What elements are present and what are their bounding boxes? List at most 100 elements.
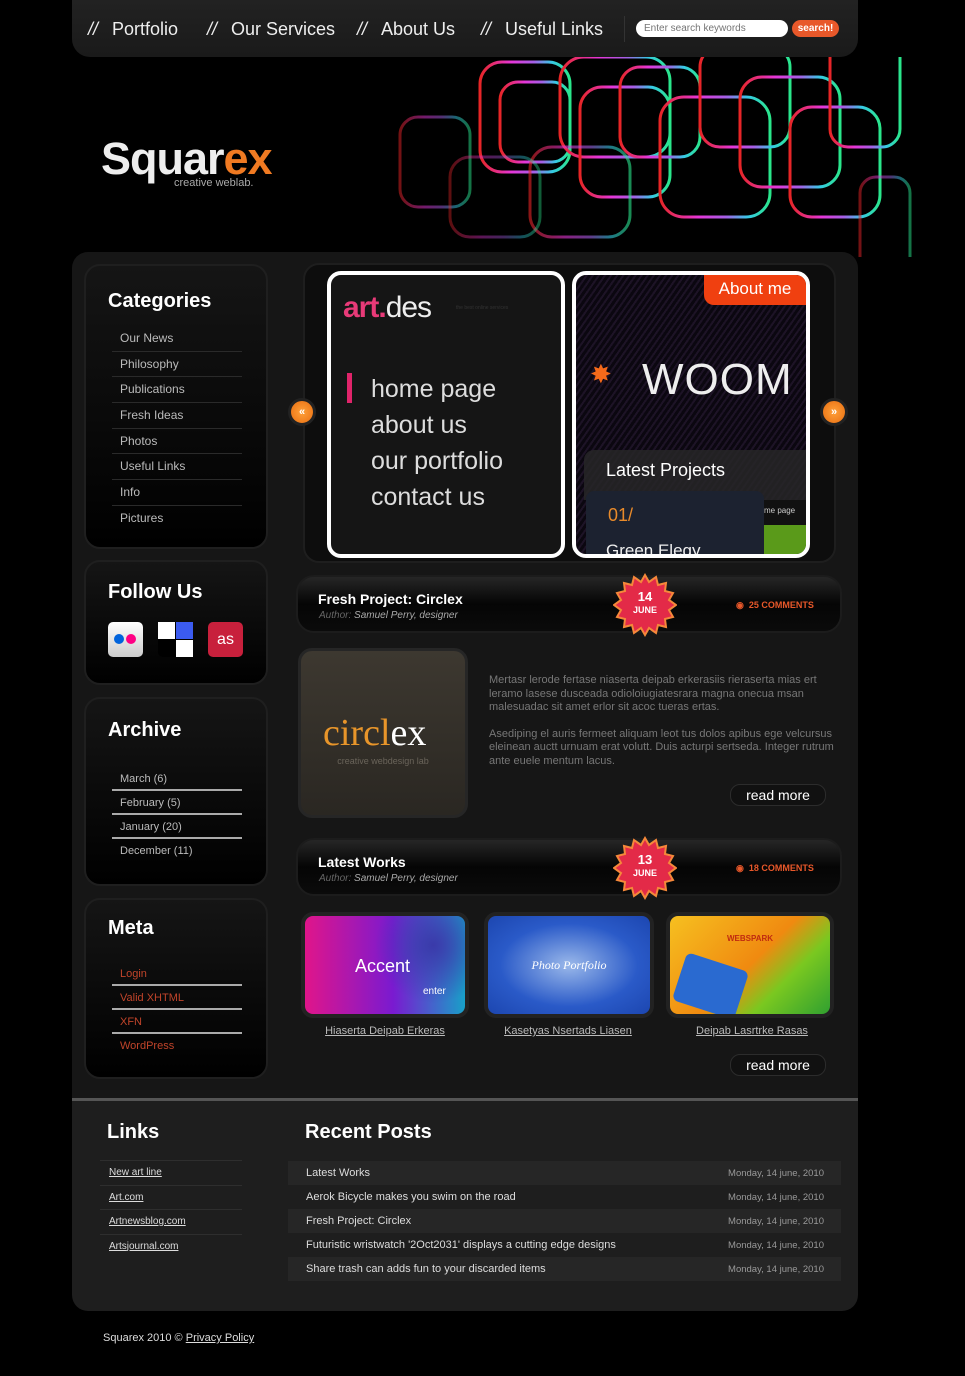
widget-title: Meta: [108, 917, 154, 939]
work-thumbnail[interactable]: WEBSPARK: [666, 912, 834, 1018]
slide-menu-item: contact us: [371, 483, 485, 511]
flickr-icon[interactable]: [108, 622, 143, 657]
artdes-logo: art.des: [343, 291, 432, 324]
category-link[interactable]: Fresh Ideas: [112, 403, 242, 429]
portfolio-slider: art.des the best online services home pa…: [303, 263, 836, 563]
nav-separator: //: [357, 19, 368, 39]
category-link[interactable]: Photos: [112, 429, 242, 455]
thumb-label: Accent: [355, 956, 411, 976]
category-link[interactable]: Publications: [112, 377, 242, 404]
archive-link[interactable]: December (11): [112, 839, 242, 863]
search-button[interactable]: search!: [792, 20, 839, 37]
work-thumbnail[interactable]: Photo Portfolio: [484, 912, 654, 1018]
widget-title: Archive: [108, 719, 182, 741]
read-more-button[interactable]: read more: [730, 1054, 826, 1076]
post-paragraph: Asediping el auris fermeet aliquam leot …: [489, 727, 834, 767]
nav-portfolio[interactable]: // Portfolio: [88, 19, 178, 40]
widget-title: Follow Us: [108, 581, 203, 603]
footer-link[interactable]: Art.com: [100, 1184, 242, 1210]
privacy-policy-link[interactable]: Privacy Policy: [186, 1332, 254, 1344]
post-title[interactable]: Fresh Project: Circlex: [318, 591, 463, 607]
comments-link[interactable]: ◉ 25 COMMENTS: [736, 600, 814, 611]
comments-link[interactable]: ◉ 18 COMMENTS: [736, 863, 814, 874]
meta-login-link[interactable]: Login: [112, 962, 242, 986]
slide-woom[interactable]: About me ✸ WOOM Latest Projects me page …: [572, 271, 810, 558]
nav-label: About Us: [381, 19, 456, 39]
delicious-icon[interactable]: [158, 622, 193, 657]
category-link[interactable]: Info: [112, 480, 242, 506]
artdes-tagline: the best online services: [456, 305, 509, 311]
meta-widget: Meta Login Valid XHTML XFN WordPress: [84, 898, 268, 1079]
panel-title: Latest Projects: [606, 460, 726, 480]
nav-our-services[interactable]: // Our Services: [207, 19, 335, 40]
site-tagline: creative weblab.: [174, 177, 254, 189]
post-author: Author: Samuel Perry, designer: [319, 873, 458, 884]
lastfm-icon[interactable]: as: [208, 622, 243, 657]
circlex-tagline: creative webdesign lab: [337, 756, 429, 766]
work-caption-link[interactable]: Hiaserta Deipab Erkeras: [302, 1025, 468, 1037]
nav-useful-links[interactable]: // Useful Links: [481, 19, 603, 40]
work-thumbnail[interactable]: Accent enter: [301, 912, 469, 1018]
active-marker: [347, 373, 352, 403]
nav-separator: //: [481, 19, 492, 39]
archive-link[interactable]: March (6): [112, 767, 242, 791]
copyright: Squarex 2010 © Privacy Policy: [103, 1332, 255, 1344]
nav-label: Useful Links: [505, 19, 604, 39]
slide-artdes[interactable]: art.des the best online services home pa…: [327, 271, 565, 558]
woom-logo: WOOM: [642, 355, 793, 404]
category-link[interactable]: Pictures: [112, 506, 242, 532]
slide-menu-item: home page: [371, 375, 497, 403]
footer-link[interactable]: New art line: [100, 1160, 242, 1185]
meta-xfn-link[interactable]: XFN: [112, 1010, 242, 1034]
project-name: Green Elegy: [606, 541, 701, 558]
post-header: Fresh Project: Circlex Author: Samuel Pe…: [296, 575, 842, 633]
meta-xhtml-link[interactable]: Valid XHTML: [112, 986, 242, 1010]
post-paragraph: Mertasr lerode fertase niaserta deipab e…: [489, 674, 817, 713]
thumb-label: Photo Portfolio: [531, 958, 607, 972]
footer-link[interactable]: Artnewsblog.com: [100, 1209, 242, 1234]
category-link[interactable]: Our News: [112, 326, 242, 352]
recent-post-row[interactable]: Fresh Project: Circlex Monday, 14 june, 2…: [288, 1209, 841, 1233]
star-icon: ✸: [590, 359, 612, 389]
recent-post-row[interactable]: Futuristic wristwatch '2Oct2031' display…: [288, 1233, 841, 1257]
thumb-sublabel: enter: [423, 986, 446, 997]
work-caption-link[interactable]: Deipab Lasrtrke Rasas: [667, 1025, 837, 1037]
widget-title: Categories: [108, 290, 212, 312]
links-title: Links: [107, 1121, 160, 1143]
archive-link[interactable]: January (20): [112, 815, 242, 839]
thumb-label: WEBSPARK: [726, 934, 774, 943]
nav-label: Portfolio: [112, 19, 179, 39]
meta-wordpress-link[interactable]: WordPress: [112, 1034, 242, 1058]
project-number: 01/: [608, 505, 634, 525]
category-link[interactable]: Useful Links: [112, 454, 242, 481]
post-header: Latest Works Author: Samuel Perry, desig…: [296, 838, 842, 896]
follow-us-widget: Follow Us as: [84, 560, 268, 685]
footer-link[interactable]: Artsjournal.com: [100, 1233, 242, 1259]
search-input[interactable]: [636, 20, 788, 37]
recent-posts-title: Recent Posts: [305, 1121, 432, 1143]
recent-posts-list: Latest Works Monday, 14 june, 2010 Aerok …: [288, 1161, 841, 1281]
post-image[interactable]: circlex creative webdesign lab: [298, 648, 468, 818]
slider-prev-button[interactable]: «: [288, 398, 316, 426]
post-author: Author: Samuel Perry, designer: [319, 610, 458, 621]
post-title[interactable]: Latest Works: [318, 854, 406, 870]
slide-menu-item: about us: [371, 411, 467, 439]
read-more-button[interactable]: read more: [730, 784, 826, 806]
nav-about-us[interactable]: // About Us: [357, 19, 455, 40]
nav-separator: //: [207, 19, 218, 39]
circlex-logo: circlex: [323, 712, 427, 754]
recent-post-row[interactable]: Latest Works Monday, 14 june, 2010: [288, 1161, 841, 1185]
date-badge: 14 JUNE: [612, 572, 678, 638]
recent-post-row[interactable]: Aerok Bicycle makes you swim on the road…: [288, 1185, 841, 1209]
slide-menu-item: our portfolio: [371, 447, 504, 475]
slider-next-button[interactable]: »: [820, 398, 848, 426]
category-link[interactable]: Philosophy: [112, 352, 242, 378]
archive-widget: Archive March (6) February (5) January (…: [84, 697, 268, 886]
post-body: Mertasr lerode fertase niaserta deipab e…: [489, 674, 834, 781]
recent-post-row[interactable]: Share trash can adds fun to your discard…: [288, 1257, 841, 1281]
nav-divider: [624, 16, 625, 42]
about-me-tab: About me: [704, 275, 806, 305]
archive-link[interactable]: February (5): [112, 791, 242, 815]
snippet: me page: [764, 500, 806, 525]
work-caption-link[interactable]: Kasetyas Nsertads Liasen: [485, 1025, 651, 1037]
